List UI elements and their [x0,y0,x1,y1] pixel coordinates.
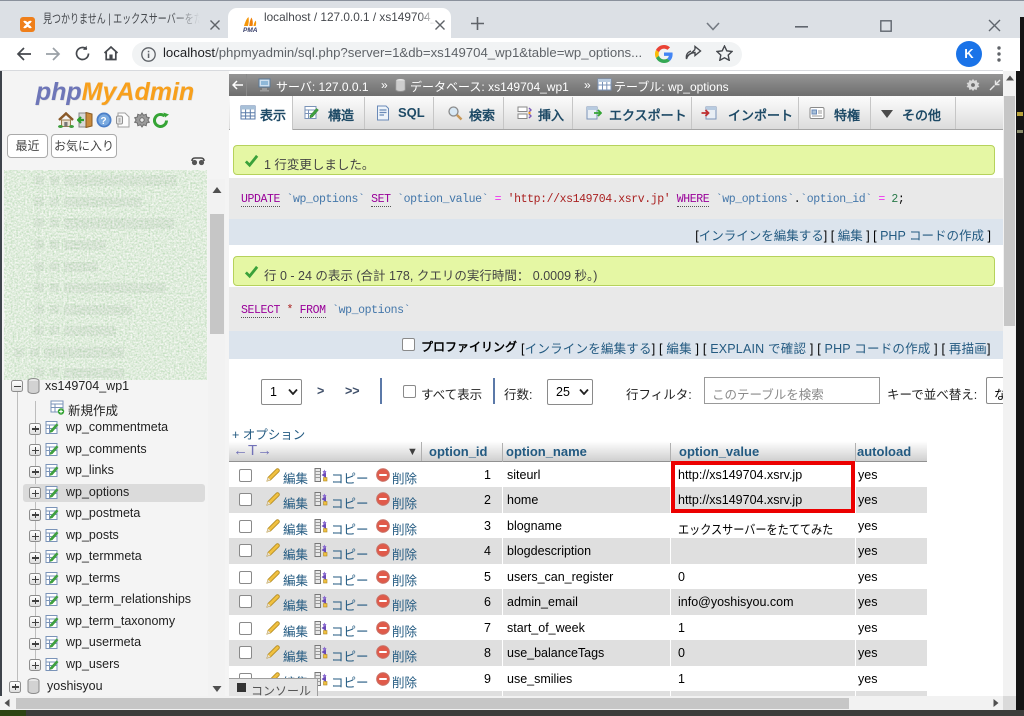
svg-text:?: ? [101,116,107,127]
svg-text:PMA: PMA [243,27,258,33]
